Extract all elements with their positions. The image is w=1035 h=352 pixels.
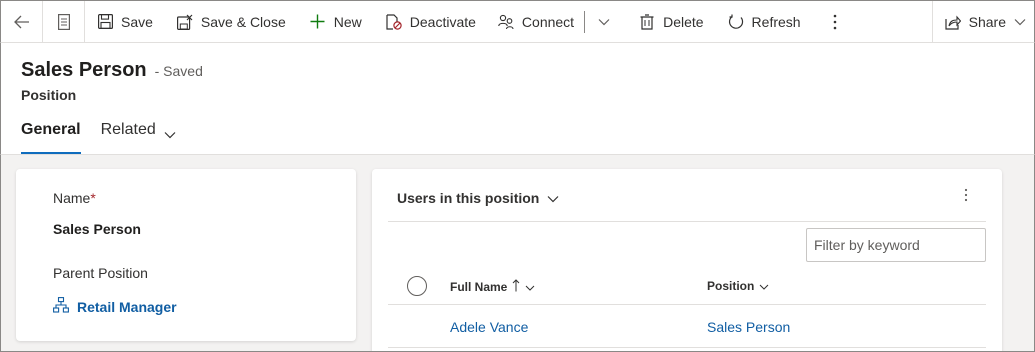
name-field-label: Name* (53, 190, 96, 206)
view-chevron-down-icon (539, 190, 559, 206)
save-icon (97, 14, 113, 30)
users-subgrid-card: Users in this position Full Name Positio… (372, 169, 1002, 352)
connect-people-icon (498, 14, 514, 30)
save-label: Save (121, 13, 153, 30)
connect-split-divider (584, 10, 586, 33)
parent-position-label: Parent Position (53, 265, 148, 281)
tab-general-label: General (21, 121, 81, 138)
back-button[interactable] (1, 0, 43, 43)
more-vertical-icon (833, 14, 837, 30)
more-vertical-icon (964, 188, 968, 207)
share-label: Share (968, 14, 1006, 30)
refresh-label: Refresh (751, 13, 801, 30)
deactivate-icon (386, 13, 402, 30)
filter-keyword-input[interactable] (806, 228, 986, 262)
more-commands-button[interactable] (827, 1, 843, 43)
new-label: New (333, 13, 362, 30)
form-icon (57, 13, 70, 30)
share-button[interactable]: Share (931, 1, 1034, 43)
back-arrow-icon (13, 15, 30, 29)
connect-label: Connect (521, 13, 575, 30)
position-link[interactable]: Sales Person (707, 319, 790, 335)
save-close-icon (176, 14, 193, 30)
tab-related-label: Related (100, 121, 156, 138)
deactivate-button[interactable]: Deactivate (386, 1, 476, 43)
tab-list: General Related (21, 121, 176, 154)
parent-position-lookup[interactable]: Retail Manager (53, 297, 177, 316)
delete-button[interactable]: Delete (639, 1, 704, 43)
tab-general[interactable]: General (21, 121, 81, 154)
new-button[interactable]: New (310, 1, 362, 43)
required-indicator: * (90, 190, 96, 206)
share-chevron-down-icon (1014, 13, 1026, 31)
full-name-header-label: Full Name (450, 280, 508, 294)
form-header: Sales Person - Saved Position General Re… (0, 43, 1035, 155)
entity-name: Position (21, 87, 77, 103)
connect-menu-button[interactable] (597, 1, 611, 43)
table-row[interactable]: Adele Vance Sales Person (388, 306, 986, 348)
column-header-full-name[interactable]: Full Name (450, 279, 535, 295)
name-label-text: Name (53, 190, 91, 206)
subgrid-title: Users in this position (397, 190, 540, 206)
deactivate-label: Deactivate (409, 13, 476, 30)
position-header-label: Position (707, 279, 755, 293)
hierarchy-icon (53, 297, 77, 316)
tab-related[interactable]: Related (101, 121, 176, 154)
save-button[interactable]: Save (97, 1, 153, 43)
subgrid-divider (388, 221, 986, 222)
delete-label: Delete (663, 13, 704, 30)
plus-icon (310, 14, 326, 30)
subgrid-more-button[interactable] (958, 187, 974, 207)
share-icon (945, 14, 961, 30)
parent-position-value: Retail Manager (77, 298, 177, 315)
window-border-left (0, 155, 1, 352)
subgrid-view-selector[interactable]: Users in this position (397, 190, 559, 206)
chevron-down-icon (598, 18, 610, 26)
save-close-label: Save & Close (200, 13, 286, 30)
command-bar: Save Save & Close New Deactivate Connect (0, 0, 1035, 43)
form-selector-button[interactable] (43, 0, 85, 43)
connect-button[interactable]: Connect (498, 1, 574, 43)
save-status: - Saved (154, 63, 203, 79)
grid-header-row: Full Name Position (388, 269, 986, 305)
related-chevron-down-icon (164, 126, 176, 144)
sort-ascending-icon (507, 279, 520, 295)
trash-icon (639, 13, 655, 30)
general-section-card: Name* Sales Person Parent Position Retai… (16, 169, 356, 341)
position-chevron-down-icon (754, 279, 769, 293)
title-row: Sales Person - Saved (21, 59, 203, 82)
record-title: Sales Person (21, 59, 147, 81)
column-header-position[interactable]: Position (707, 279, 769, 293)
select-all-radio[interactable] (407, 276, 427, 296)
name-field-value[interactable]: Sales Person (53, 221, 141, 237)
full-name-chevron-down-icon (520, 280, 535, 294)
full-name-link[interactable]: Adele Vance (450, 319, 528, 335)
refresh-button[interactable]: Refresh (728, 1, 801, 43)
save-close-button[interactable]: Save & Close (176, 1, 286, 43)
refresh-icon (728, 14, 744, 30)
